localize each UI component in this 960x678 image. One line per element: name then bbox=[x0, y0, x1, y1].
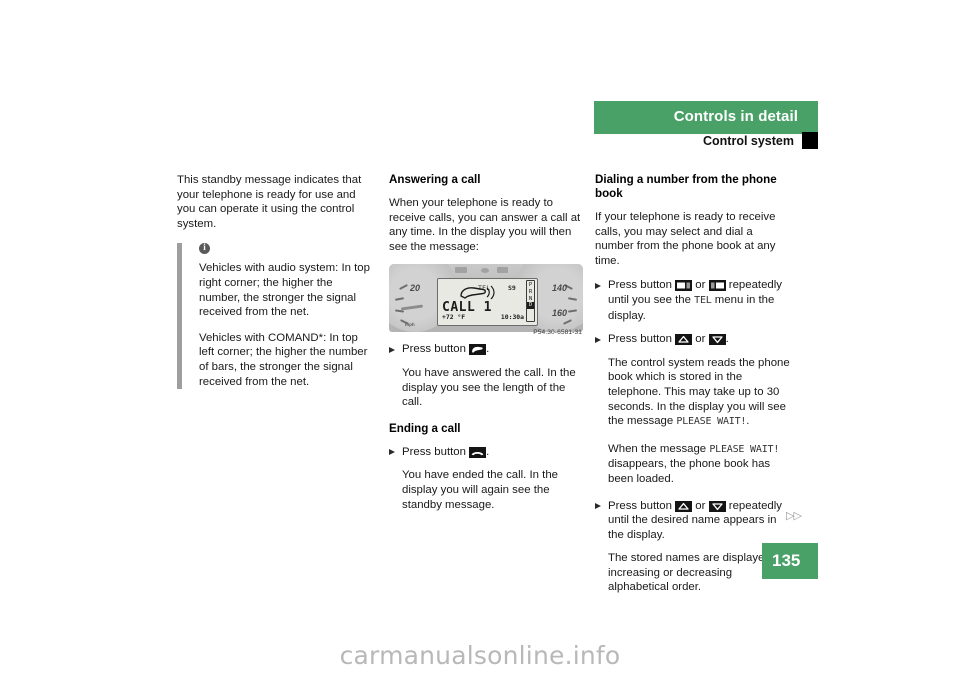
lcd-time: 10:30a bbox=[500, 312, 524, 321]
bullet2-or-text: or bbox=[695, 333, 706, 346]
answering-intro-paragraph: When your telephone is ready to receive … bbox=[389, 197, 581, 253]
page-number-box: 135 bbox=[762, 543, 818, 579]
phonebook-read-result: The control system reads the phone book … bbox=[608, 356, 790, 430]
bullet2-post-text: . bbox=[725, 333, 729, 346]
end-call-result: You have ended the call. In the display … bbox=[402, 469, 559, 511]
bullet3-or-text: or bbox=[695, 499, 706, 512]
end-instruction-text: Press button bbox=[402, 445, 466, 458]
select-tel-menu-instruction: Press button or repeatedly until you see… bbox=[595, 278, 790, 323]
dial-label-left: 20 bbox=[410, 283, 421, 294]
phone-offhook-icon[interactable] bbox=[469, 344, 487, 356]
heading-dialing-from-phone-book: Dialing a number from the phone book bbox=[595, 173, 777, 200]
gear-letter-n: N bbox=[528, 295, 533, 302]
info-note-box: Vehicles with audio system: In top right… bbox=[177, 241, 373, 390]
standby-intro-paragraph: This standby message indicates that your… bbox=[177, 174, 362, 230]
please-wait-token: PLEASE WAIT! bbox=[676, 416, 747, 428]
note-paragraph-audio: Vehicles with audio system: In top right… bbox=[199, 262, 370, 319]
bullet2-pre-text: Press button bbox=[608, 333, 672, 346]
chapter-title: Controls in detail bbox=[673, 108, 798, 125]
heading-answering-a-call: Answering a call bbox=[389, 173, 481, 186]
continuation-arrows-icon: ▷▷ bbox=[786, 510, 802, 522]
gear-letter-d-selected: D bbox=[527, 302, 534, 309]
end-instruction-period: . bbox=[486, 445, 490, 458]
mph-label: mph bbox=[405, 322, 415, 328]
dial-label-right-160: 160 bbox=[551, 308, 567, 319]
instrument-cluster-illustration: 20 mph 140 160 TEL S9 CALL 1 +72 °F 10:3… bbox=[389, 264, 583, 333]
answer-instruction-period: . bbox=[486, 343, 490, 356]
arrow-up-icon[interactable] bbox=[675, 500, 693, 512]
menu-right-icon[interactable] bbox=[708, 280, 726, 292]
warning-indicator-strip bbox=[451, 267, 525, 276]
answer-call-instruction: Press button . bbox=[389, 342, 583, 357]
arrow-up-icon[interactable] bbox=[675, 334, 693, 346]
cluster-lcd-display: TEL S9 CALL 1 +72 °F 10:30a P R N D bbox=[437, 278, 538, 327]
section-title: Control system bbox=[703, 134, 794, 148]
phonebook-loaded-result: When the message PLEASE WAIT! disappears… bbox=[608, 442, 790, 487]
indicator-lamp-icon bbox=[497, 267, 508, 274]
section-tab-marker bbox=[802, 132, 818, 149]
lcd-signal-strength: S9 bbox=[508, 284, 516, 293]
section-header: Control system bbox=[594, 132, 818, 151]
indicator-lamp-icon bbox=[481, 268, 489, 274]
manual-page: Controls in detail Control system This s… bbox=[0, 0, 960, 678]
end-call-instruction: Press button . bbox=[389, 445, 583, 460]
menu-left-icon[interactable] bbox=[675, 280, 693, 292]
figure-caption: P54.30-6581-31 bbox=[533, 328, 582, 336]
bullet1-pre-text: Press button bbox=[608, 279, 672, 292]
chapter-header-bar: Controls in detail bbox=[594, 101, 818, 134]
note-side-rule bbox=[177, 243, 182, 390]
middle-column: Answering a call When your telephone is … bbox=[389, 173, 583, 512]
answer-call-result: You have answered the call. In the displ… bbox=[402, 366, 576, 409]
please-wait-token-2: PLEASE WAIT! bbox=[709, 443, 780, 455]
right-column: Dialing a number from the phone book If … bbox=[595, 173, 790, 595]
indicator-lamp-icon bbox=[455, 267, 467, 274]
phonebook-read-period: . bbox=[746, 415, 750, 428]
dialing-intro-paragraph: If your telephone is ready to receive ca… bbox=[595, 211, 776, 267]
page-number: 135 bbox=[772, 551, 801, 570]
info-icon bbox=[199, 241, 210, 255]
instrument-cluster-figure: 20 mph 140 160 TEL S9 CALL 1 +72 °F 10:3… bbox=[389, 264, 583, 340]
answer-instruction-text: Press button bbox=[402, 343, 466, 356]
bullet1-tel-token: TEL bbox=[694, 294, 712, 306]
heading-ending-a-call: Ending a call bbox=[389, 421, 461, 435]
bullet1-or-text: or bbox=[695, 279, 706, 292]
site-watermark: carmanualsonline.info bbox=[339, 641, 621, 670]
bullet3-pre-text: Press button bbox=[608, 499, 672, 512]
lcd-gear-indicator: P R N D bbox=[526, 280, 535, 323]
phonebook-loaded-pre: When the message bbox=[608, 442, 707, 455]
arrow-down-icon[interactable] bbox=[708, 500, 726, 512]
gear-letter-r: R bbox=[528, 288, 533, 295]
arrow-down-icon[interactable] bbox=[708, 334, 726, 346]
scroll-phonebook-instruction: Press button or . bbox=[595, 332, 790, 347]
dial-label-right-140: 140 bbox=[551, 283, 567, 294]
phone-onhook-icon[interactable] bbox=[469, 446, 487, 458]
select-name-instruction: Press button or repeatedly until the des… bbox=[595, 499, 790, 543]
lcd-temperature: +72 °F bbox=[442, 312, 466, 321]
phonebook-loaded-post: disappears, the phone book has been load… bbox=[608, 458, 771, 485]
note-paragraph-comand: Vehicles with COMAND*: In top left corne… bbox=[199, 331, 368, 388]
gear-letter-p: P bbox=[528, 282, 533, 289]
left-column: This standby message indicates that your… bbox=[177, 173, 373, 390]
